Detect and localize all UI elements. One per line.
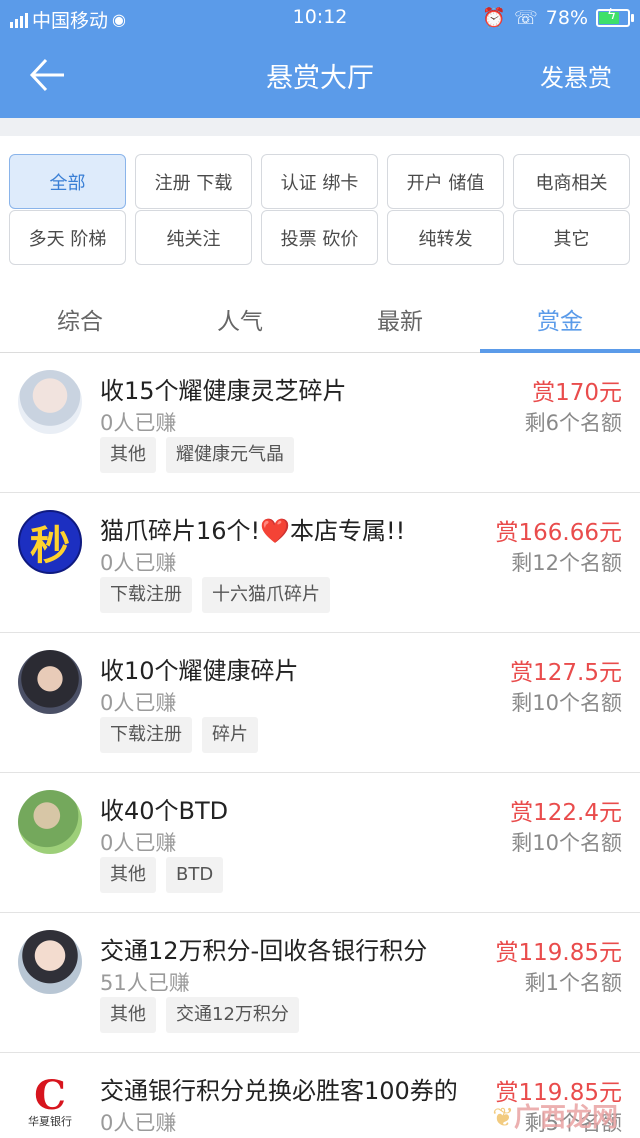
hd-call-icon: ☏ xyxy=(514,6,538,29)
item-reward: 赏166.66元 xyxy=(495,520,622,546)
category-filter-grid: 全部 注册 下载 认证 绑卡 开户 储值 电商相关 多天 阶梯 纯关注 投票 砍… xyxy=(9,154,631,265)
tab-popularity[interactable]: 人气 xyxy=(160,286,320,352)
item-tags: 下载注册 十六猫爪碎片 xyxy=(100,577,330,613)
item-tag: 其他 xyxy=(100,437,156,473)
avatar-text: 秒 xyxy=(30,522,70,569)
avatar-text: 华夏银行 xyxy=(28,1115,72,1128)
list-item[interactable]: 秒 猫爪碎片16个!❤️本店专属!! 0人已赚 下载注册 十六猫爪碎片 赏166… xyxy=(0,493,640,633)
item-reward: 赏119.85元 xyxy=(495,940,622,966)
item-tag: 交通12万积分 xyxy=(166,997,299,1033)
list-item[interactable]: 收10个耀健康碎片 0人已赚 下载注册 碎片 赏127.5元 剩10个名额 xyxy=(0,633,640,773)
item-quota: 剩10个名额 xyxy=(511,691,622,715)
bank-logo-icon: C xyxy=(34,1072,66,1119)
item-reward: 赏170元 xyxy=(532,380,622,406)
category-repost-only[interactable]: 纯转发 xyxy=(387,210,504,265)
avatar: 秒 xyxy=(18,510,82,574)
item-tag: 下载注册 xyxy=(100,717,192,753)
battery-percent: 78% xyxy=(545,6,588,29)
back-button[interactable] xyxy=(28,54,70,96)
item-reward: 赏122.4元 xyxy=(510,800,622,826)
item-earned-count: 51人已赚 xyxy=(100,971,190,995)
sort-tabs: 综合 人气 最新 赏金 xyxy=(0,286,640,353)
item-reward: 赏119.85元 xyxy=(495,1080,622,1106)
item-quota: 剩6个名额 xyxy=(524,411,622,435)
item-title: 收10个耀健康碎片 xyxy=(100,657,299,685)
item-quota: 剩1个名额 xyxy=(524,971,622,995)
category-multi-day-tiered[interactable]: 多天 阶梯 xyxy=(9,210,126,265)
category-follow-only[interactable]: 纯关注 xyxy=(135,210,252,265)
category-ecommerce[interactable]: 电商相关 xyxy=(513,154,630,209)
divider-strip xyxy=(0,118,640,136)
item-tags: 下载注册 碎片 xyxy=(100,717,258,753)
back-arrow-icon xyxy=(29,58,64,92)
status-right: ⏰ ☏ 78% ϟ xyxy=(482,6,634,29)
item-tag: 十六猫爪碎片 xyxy=(202,577,330,613)
category-register-download[interactable]: 注册 下载 xyxy=(135,154,252,209)
item-title: 猫爪碎片16个!❤️本店专属!! xyxy=(100,517,406,545)
item-tag: 其他 xyxy=(100,857,156,893)
task-list: 收15个耀健康灵芝碎片 0人已赚 其他 耀健康元气晶 赏170元 剩6个名额 秒… xyxy=(0,353,640,1138)
item-tag: 碎片 xyxy=(202,717,258,753)
item-tags: 其他 BTD xyxy=(100,857,224,893)
item-tags: 其他 交通12万积分 xyxy=(100,997,299,1033)
avatar xyxy=(18,650,82,714)
item-reward: 赏127.5元 xyxy=(510,660,622,686)
top-bar: 中国移动 ◉ 10:12 ⏰ ☏ 78% ϟ 悬赏大厅 发悬赏 xyxy=(0,0,640,118)
item-tag: 耀健康元气晶 xyxy=(166,437,294,473)
avatar: C 华夏银行 xyxy=(18,1070,82,1134)
item-earned-count: 0人已赚 xyxy=(100,411,177,435)
item-earned-count: 0人已赚 xyxy=(100,831,177,855)
category-open-account-deposit[interactable]: 开户 储值 xyxy=(387,154,504,209)
avatar xyxy=(18,370,82,434)
avatar xyxy=(18,930,82,994)
charging-icon: ϟ xyxy=(607,6,617,23)
category-other[interactable]: 其它 xyxy=(513,210,630,265)
nav-bar: 悬赏大厅 发悬赏 xyxy=(0,34,640,118)
list-item[interactable]: 交通12万积分-回收各银行积分 51人已赚 其他 交通12万积分 赏119.85… xyxy=(0,913,640,1053)
category-vote-bargain[interactable]: 投票 砍价 xyxy=(261,210,378,265)
item-quota: 剩5个名额 xyxy=(524,1111,622,1135)
reward-hall-screen: 中国移动 ◉ 10:12 ⏰ ☏ 78% ϟ 悬赏大厅 发悬赏 全部 注册 下载… xyxy=(0,0,640,1138)
item-title: 交通银行积分兑换必胜客100券的 xyxy=(100,1077,458,1105)
list-item[interactable]: 收40个BTD 0人已赚 其他 BTD 赏122.4元 剩10个名额 xyxy=(0,773,640,913)
category-verify-bind-card[interactable]: 认证 绑卡 xyxy=(261,154,378,209)
list-item[interactable]: C 华夏银行 交通银行积分兑换必胜客100券的 0人已赚 赏119.85元 剩5… xyxy=(0,1053,640,1138)
status-bar: 中国移动 ◉ 10:12 ⏰ ☏ 78% ϟ xyxy=(0,0,640,34)
alarm-icon: ⏰ xyxy=(482,7,506,29)
item-earned-count: 0人已赚 xyxy=(100,691,177,715)
item-tag: 其他 xyxy=(100,997,156,1033)
tab-bounty[interactable]: 赏金 xyxy=(480,286,640,353)
tab-overall[interactable]: 综合 xyxy=(0,286,160,352)
item-quota: 剩10个名额 xyxy=(511,831,622,855)
item-title: 收40个BTD xyxy=(100,797,229,825)
item-title: 交通12万积分-回收各银行积分 xyxy=(100,937,428,965)
item-title: 收15个耀健康灵芝碎片 xyxy=(100,377,347,405)
list-item[interactable]: 收15个耀健康灵芝碎片 0人已赚 其他 耀健康元气晶 赏170元 剩6个名额 xyxy=(0,353,640,493)
post-reward-button[interactable]: 发悬赏 xyxy=(540,58,612,93)
item-tags: 其他 耀健康元气晶 xyxy=(100,437,294,473)
item-tag: BTD xyxy=(166,857,224,893)
battery-icon: ϟ xyxy=(596,6,634,27)
item-tag: 下载注册 xyxy=(100,577,192,613)
item-earned-count: 0人已赚 xyxy=(100,551,177,575)
avatar xyxy=(18,790,82,854)
tab-newest[interactable]: 最新 xyxy=(320,286,480,352)
category-all[interactable]: 全部 xyxy=(9,154,126,209)
item-quota: 剩12个名额 xyxy=(511,551,622,575)
item-earned-count: 0人已赚 xyxy=(100,1111,177,1135)
